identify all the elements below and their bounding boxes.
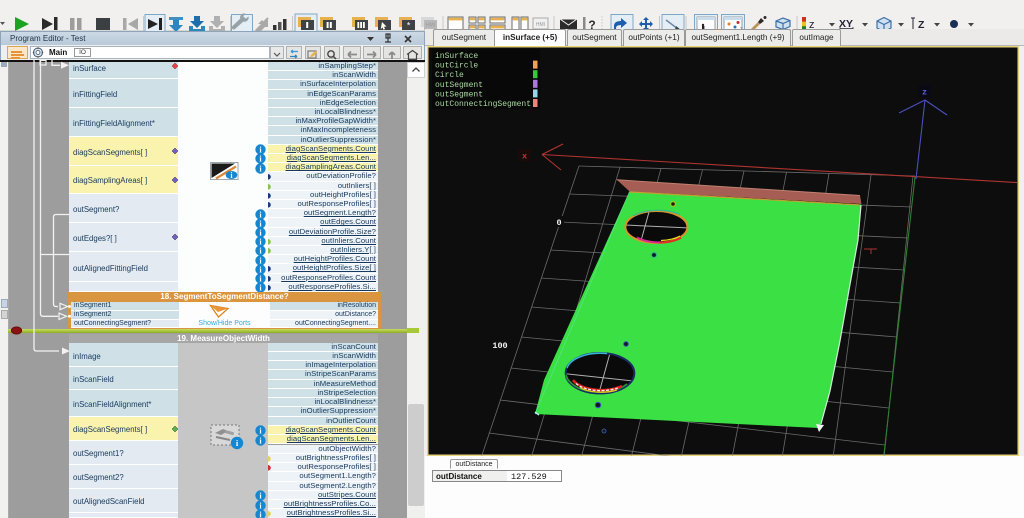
svg-text:x: x — [522, 152, 527, 162]
svg-text:z: z — [922, 88, 927, 98]
svg-text:outCircle: outCircle — [435, 62, 478, 71]
svg-text:inSurface: inSurface — [435, 52, 478, 61]
svg-text:HMI: HMI — [536, 22, 545, 28]
svg-text:outSegment: outSegment — [435, 90, 483, 99]
svg-text:100: 100 — [492, 341, 507, 351]
svg-text:outSegment: outSegment — [435, 81, 483, 90]
svg-text:Circle: Circle — [435, 71, 464, 80]
svg-text:HMI: HMI — [426, 23, 435, 29]
svg-text:outConnectingSegment: outConnectingSegment — [435, 100, 531, 109]
svg-text:0: 0 — [556, 218, 561, 228]
svg-text:*: * — [407, 21, 411, 31]
